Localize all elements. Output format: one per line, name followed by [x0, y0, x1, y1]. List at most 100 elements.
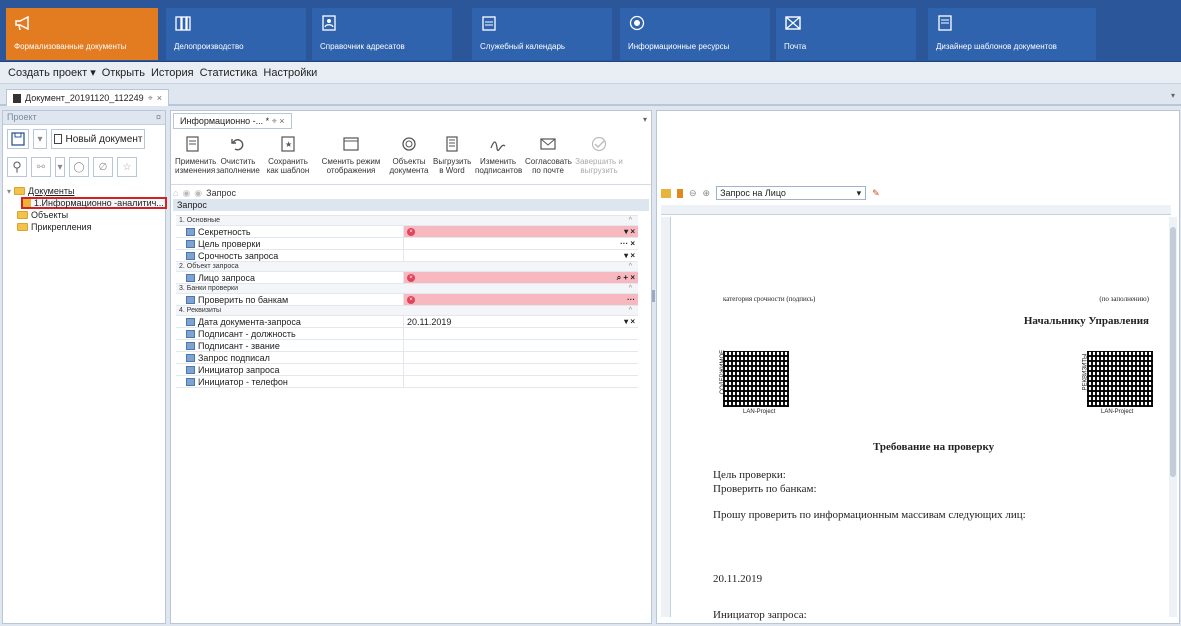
- edit-template-icon[interactable]: ✎: [872, 188, 880, 199]
- bookmark-icon[interactable]: [677, 188, 683, 198]
- property-group-header[interactable]: 1. Основные ^: [176, 216, 638, 226]
- module-label: Служебный календарь: [480, 42, 566, 51]
- vertical-ruler: [661, 217, 671, 617]
- property-group-header[interactable]: 2. Объект запроса ^: [176, 262, 638, 272]
- finish-export-button[interactable]: Завершить и выгрузить: [575, 135, 623, 175]
- field-controls[interactable]: ▾ ×: [624, 251, 635, 260]
- document-tab[interactable]: Документ_20191120_112249 ⌖ ×: [6, 89, 170, 106]
- pin-icon[interactable]: ⌖: [148, 93, 153, 104]
- property-value-cell[interactable]: × ⌕ + ×: [404, 272, 638, 283]
- tree-node-attachments[interactable]: Прикрепления: [3, 221, 165, 233]
- tree-node-documents[interactable]: ▾ Документы: [3, 185, 165, 197]
- new-document-button[interactable]: Новый документ: [51, 129, 145, 149]
- property-value-cell[interactable]: [404, 340, 638, 351]
- document-tab-strip: Документ_20191120_112249 ⌖ × ▾: [0, 86, 1181, 106]
- property-group-header[interactable]: 4. Реквизиты ^: [176, 306, 638, 316]
- attach-button[interactable]: ∅: [93, 157, 113, 177]
- menu-statistics[interactable]: Статистика: [200, 67, 258, 79]
- property-row: Цель проверки ··· ×: [176, 238, 638, 250]
- chevron-down-icon[interactable]: ▾: [643, 115, 647, 124]
- property-row: Подписант - звание: [176, 340, 638, 352]
- forward-icon[interactable]: ◉: [194, 188, 202, 199]
- switch-view-button[interactable]: Сменить режим отображения: [321, 135, 381, 175]
- template-star-button[interactable]: ☆: [117, 157, 137, 177]
- approve-by-mail-button[interactable]: Согласовать по почте: [525, 135, 572, 175]
- menu-history[interactable]: История: [151, 67, 194, 79]
- link-dropdown[interactable]: ▾: [55, 157, 65, 177]
- module-office-work[interactable]: Делопроизводство: [166, 8, 306, 60]
- field-controls[interactable]: ▾ ×: [624, 227, 635, 236]
- module-template-designer[interactable]: Дизайнер шаблонов документов: [928, 8, 1096, 60]
- signature-icon: [490, 141, 506, 152]
- property-value-cell[interactable]: 20.11.2019 ▾ ×: [404, 316, 638, 327]
- module-addressees[interactable]: Справочник адресатов: [312, 8, 452, 60]
- scroll-thumb[interactable]: [1170, 227, 1176, 477]
- collapse-icon[interactable]: ▾: [7, 187, 11, 196]
- close-icon[interactable]: ×: [279, 116, 284, 126]
- collapse-icon[interactable]: ^: [629, 285, 638, 292]
- menu-settings[interactable]: Настройки: [263, 67, 317, 79]
- module-formalized-docs[interactable]: Формализованные документы: [6, 8, 158, 60]
- property-value-cell[interactable]: [404, 352, 638, 363]
- property-value-cell[interactable]: ··· ×: [404, 238, 638, 249]
- property-name-cell: Запрос подписал: [176, 352, 404, 363]
- property-value-cell[interactable]: [404, 328, 638, 339]
- zoom-in-icon[interactable]: ⊕: [703, 188, 711, 199]
- module-label: Формализованные документы: [14, 42, 127, 51]
- property-group-header[interactable]: 3. Банки проверки ^: [176, 284, 638, 294]
- template-selector[interactable]: Запрос на Лицо ▾: [716, 186, 867, 200]
- field-controls[interactable]: ··· ×: [620, 239, 635, 248]
- tree-node-selected-document[interactable]: 1.Информационно -аналитич...: [21, 197, 167, 209]
- back-icon[interactable]: ◉: [182, 188, 190, 199]
- home-icon[interactable]: ⌂: [173, 188, 178, 198]
- clear-fill-button[interactable]: Очистить заполнение: [215, 135, 261, 175]
- document-objects-button[interactable]: Объекты документа: [389, 135, 429, 175]
- field-type-icon: [186, 227, 195, 236]
- property-value-cell[interactable]: [404, 364, 638, 375]
- ribbon-label: в Word: [439, 166, 465, 175]
- preview-toolbar: ⊖ ⊕ Запрос на Лицо ▾ ✎: [657, 183, 1179, 203]
- field-controls[interactable]: ⌕ + ×: [617, 273, 635, 283]
- field-controls[interactable]: ···: [627, 295, 635, 304]
- module-calendar[interactable]: Служебный календарь: [472, 8, 612, 60]
- qr-right-side: РЕКВИЗИТЫ: [1082, 353, 1089, 391]
- pin-icon[interactable]: ¤: [156, 112, 161, 123]
- collapse-icon[interactable]: ^: [629, 263, 638, 270]
- module-mail[interactable]: Почта: [776, 8, 916, 60]
- export-word-button[interactable]: Выгрузить в Word: [433, 135, 471, 175]
- editor-tab[interactable]: Информационно -... * ⌖ ×: [173, 113, 292, 129]
- property-label: Секретность: [198, 226, 251, 237]
- layout-icon[interactable]: [661, 188, 671, 198]
- collapse-icon[interactable]: ^: [629, 307, 638, 314]
- menu-open[interactable]: Открыть: [102, 67, 145, 79]
- save-dropdown[interactable]: ▾: [33, 129, 47, 149]
- module-info-resources[interactable]: Информационные ресурсы: [620, 8, 770, 60]
- zoom-out-icon[interactable]: ⊖: [689, 188, 697, 199]
- link-button[interactable]: ⚯: [31, 157, 51, 177]
- property-value-cell[interactable]: × ▾ ×: [404, 226, 638, 237]
- close-icon[interactable]: ×: [157, 93, 162, 103]
- property-value-cell[interactable]: ▾ ×: [404, 250, 638, 261]
- tree-node-label: Объекты: [31, 210, 69, 220]
- lasso-button[interactable]: ◯: [69, 157, 89, 177]
- search-button[interactable]: ⚲: [7, 157, 27, 177]
- menu-create-project[interactable]: Создать проект ▾: [8, 66, 96, 79]
- link-icon: ⚯: [36, 161, 46, 173]
- breadcrumb: ⌂ ◉ ◉ Запрос: [173, 187, 649, 199]
- ribbon-label: Изменить: [479, 157, 517, 166]
- vertical-scrollbar[interactable]: [1169, 217, 1177, 617]
- apply-changes-button[interactable]: Применить изменения: [175, 135, 216, 175]
- property-value-cell[interactable]: [404, 376, 638, 387]
- change-signers-button[interactable]: Изменить подписантов: [475, 135, 522, 175]
- collapse-icon[interactable]: ^: [629, 217, 638, 224]
- save-button[interactable]: [7, 129, 29, 149]
- tree-node-objects[interactable]: Объекты: [3, 209, 165, 221]
- save-as-template-button[interactable]: ★ Сохранить как шаблон: [265, 135, 311, 175]
- panel-splitter[interactable]: [652, 290, 655, 302]
- field-controls[interactable]: ▾ ×: [624, 317, 635, 326]
- tree-node-label: 1.Информационно -аналитич...: [34, 198, 164, 208]
- ribbon-label: Очистить: [220, 157, 256, 166]
- chevron-down-icon[interactable]: ▾: [1171, 91, 1175, 100]
- property-value-cell[interactable]: × ···: [404, 294, 638, 305]
- property-row: Лицо запроса × ⌕ + ×: [176, 272, 638, 284]
